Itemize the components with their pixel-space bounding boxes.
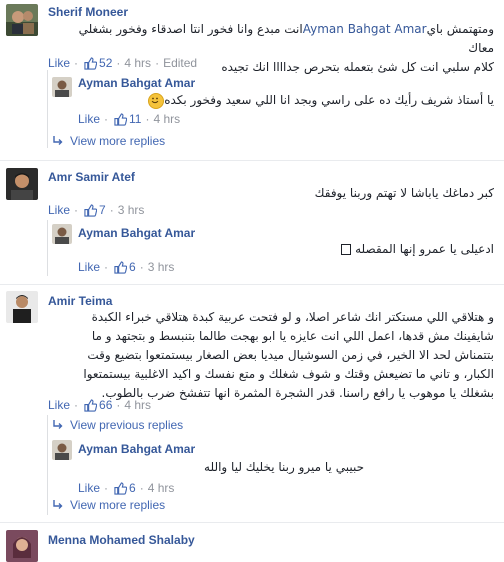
reply-author[interactable]: Ayman Bahgat Amar (78, 76, 195, 90)
comment-author[interactable]: Amr Samir Atef (48, 170, 135, 184)
timestamp[interactable]: 4 hrs (124, 56, 151, 70)
view-previous-replies-link[interactable]: View previous replies (52, 418, 183, 432)
timestamp[interactable]: 3 hrs (148, 260, 175, 274)
like-button[interactable]: Like (78, 260, 100, 274)
comment-author[interactable]: Sherif Moneer (48, 5, 128, 19)
comment-divider (0, 284, 504, 285)
reply-actions: Like · 6 · 4 hrs (78, 481, 174, 495)
reply-arrow-icon (53, 136, 63, 145)
reply-author[interactable]: Ayman Bahgat Amar (78, 226, 195, 240)
comment-text-end: ومتهتمش باي (426, 22, 494, 36)
separator-dot: · (74, 203, 79, 217)
thumbs-up-icon (114, 112, 128, 126)
comment-actions: Like · 52 · 4 hrs · Edited (48, 56, 197, 70)
timestamp[interactable]: 3 hrs (118, 203, 145, 217)
thumbs-up-icon (114, 260, 128, 274)
thumbs-up-icon (114, 481, 128, 495)
reply-text: حبيبي يا ميرو ربنا يخليك ليا والله (204, 460, 364, 474)
reply-actions: Like · 11 · 4 hrs (78, 112, 180, 126)
thumbs-up-icon (84, 203, 98, 217)
comment-author[interactable]: Menna Mohamed Shalaby (48, 533, 195, 547)
view-more-replies-link[interactable]: View more replies (52, 498, 165, 512)
separator-dot: · (104, 112, 109, 126)
separator-dot: · (155, 56, 160, 70)
mention-link[interactable]: Ayman Bahgat Amar (303, 22, 427, 36)
timestamp[interactable]: 4 hrs (153, 112, 180, 126)
comment-text-line: شايفينك مش قدها، اعمل اللي انت عايزه يا … (91, 329, 494, 343)
comment-divider (0, 160, 504, 161)
like-count[interactable]: 66 (99, 398, 112, 412)
timestamp[interactable]: 4 hrs (148, 481, 175, 495)
comment-text-line: الكبار، و تاني ما تضيعش وقتك و شوف شغلك … (83, 367, 494, 381)
separator-dot: · (116, 56, 121, 70)
like-count[interactable]: 6 (129, 481, 136, 495)
avatar[interactable] (6, 291, 38, 323)
reply-thread-line (47, 415, 48, 515)
box-glyph-icon (341, 244, 352, 255)
like-button[interactable]: Like (48, 56, 70, 70)
comment-divider (0, 522, 504, 523)
view-more-replies-link[interactable]: View more replies (52, 134, 165, 148)
avatar[interactable] (6, 168, 38, 200)
avatar[interactable] (6, 530, 38, 562)
reply-author[interactable]: Ayman Bahgat Amar (78, 442, 195, 456)
comment-actions: Like · 7 · 3 hrs (48, 203, 144, 217)
edited-label[interactable]: Edited (163, 56, 197, 70)
like-button[interactable]: Like (48, 203, 70, 217)
like-count[interactable]: 6 (129, 260, 136, 274)
like-count[interactable]: 11 (129, 112, 141, 126)
avatar[interactable] (6, 4, 38, 36)
separator-dot: · (104, 481, 109, 495)
separator-dot: · (145, 112, 150, 126)
avatar[interactable] (52, 224, 72, 244)
separator-dot: · (74, 398, 79, 412)
avatar[interactable] (52, 77, 72, 97)
separator-dot: · (74, 56, 79, 70)
like-button[interactable]: Like (78, 112, 100, 126)
thumbs-up-icon (84, 56, 98, 70)
comment-actions: Like · 66 · 4 hrs (48, 398, 151, 412)
like-button[interactable]: Like (78, 481, 100, 495)
reply-text: ادعيلى يا عمرو إنها المقصله (94, 240, 494, 259)
reply-thread-line (47, 220, 48, 276)
like-count[interactable]: 7 (99, 203, 106, 217)
timestamp[interactable]: 4 hrs (124, 398, 151, 412)
comment-text: كبر دماغك ياباشا لا تهتم وربنا يوفقك (314, 186, 494, 200)
reply-actions: Like · 6 · 3 hrs (78, 260, 174, 274)
separator-dot: · (139, 481, 144, 495)
smiley-emoji-icon (148, 92, 165, 109)
like-button[interactable]: Like (48, 398, 70, 412)
separator-dot: · (104, 260, 109, 274)
reply-thread-line (47, 70, 48, 148)
comment-author[interactable]: Amir Teima (48, 294, 112, 308)
comment-text-line: و هتلاقي اللي مستكتر انك شاعر اصلا، و لو… (91, 310, 494, 324)
reply-text: يا أستاذ شريف رأيك ده على راسي وبجد انا … (94, 91, 494, 110)
comment-text: و هتلاقي اللي مستكتر انك شاعر اصلا، و لو… (44, 308, 494, 403)
separator-dot: · (109, 203, 114, 217)
separator-dot: · (139, 260, 144, 274)
reply-arrow-icon (53, 420, 63, 429)
thumbs-up-icon (84, 398, 98, 412)
like-count[interactable]: 52 (99, 56, 112, 70)
avatar[interactable] (52, 440, 72, 460)
comment-text-line: بتتمناش لحد الا الخير، في زمن السوشيال م… (87, 348, 494, 362)
reply-arrow-icon (53, 500, 63, 509)
separator-dot: · (116, 398, 121, 412)
